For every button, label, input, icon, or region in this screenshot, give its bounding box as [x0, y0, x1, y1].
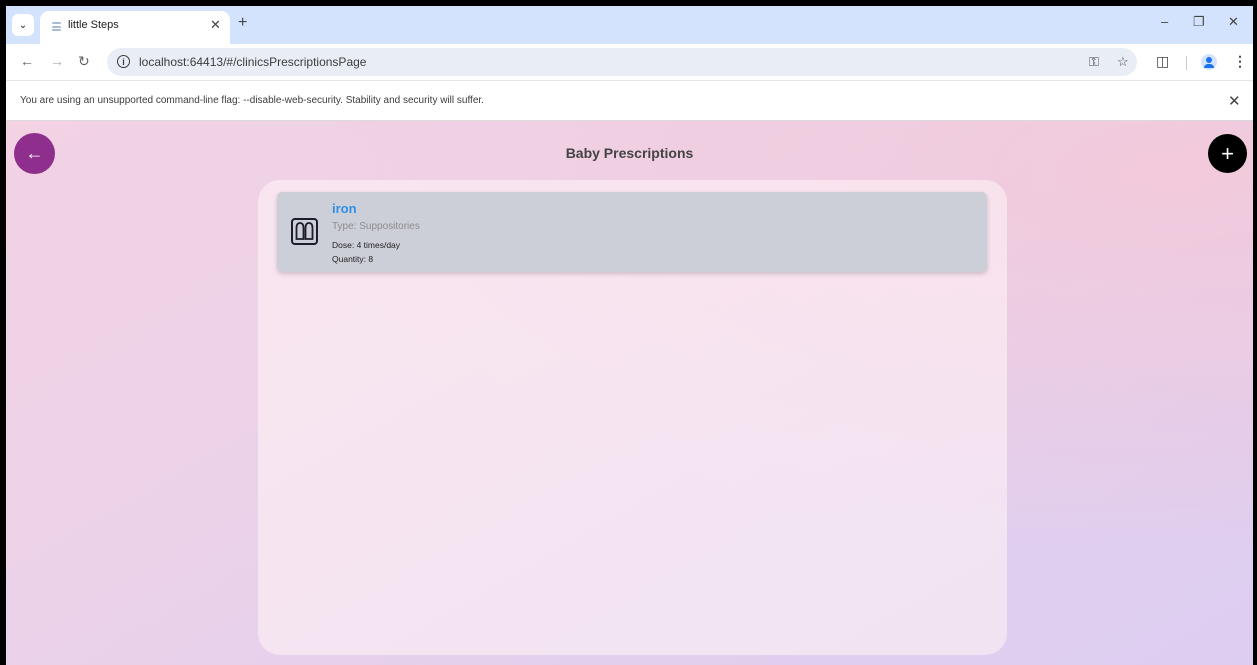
password-key-icon[interactable]: ⚿ [1089, 54, 1099, 70]
toolbar-divider [1186, 56, 1187, 70]
reload-icon[interactable]: ↻ [78, 53, 90, 70]
prescription-type: Type: Suppositories [332, 221, 420, 232]
app-content: ← Baby Prescriptions + iron Type: Suppos… [6, 121, 1253, 665]
chevron-down-icon: ⌄ [18, 19, 28, 31]
bookmark-star-icon[interactable]: ☆ [1117, 54, 1129, 70]
url-text[interactable]: localhost:64413/#/clinicsPrescriptionsPa… [139, 55, 366, 69]
prescription-quantity: Quantity: 8 [332, 254, 374, 264]
browser-tab[interactable]: little Steps ✕ [40, 11, 230, 44]
new-tab-button[interactable]: + [238, 14, 247, 32]
close-window-button[interactable]: ✕ [1228, 14, 1239, 30]
prescription-name: iron [332, 201, 357, 216]
suppository-icon [291, 218, 318, 245]
tab-search-button[interactable]: ⌄ [12, 14, 34, 36]
plus-icon: + [1221, 140, 1234, 166]
page-title: Baby Prescriptions [565, 145, 694, 161]
tab-title: little Steps [68, 19, 119, 31]
minimize-button[interactable]: – [1161, 14, 1168, 29]
prescription-card[interactable]: iron Type: Suppositories Dose: 4 times/d… [277, 192, 987, 272]
maximize-button[interactable]: ❐ [1193, 14, 1205, 30]
profile-avatar-icon[interactable] [1201, 54, 1217, 70]
browser-window: ⌄ little Steps ✕ + – ❐ ✕ ← → ↻ i localho… [6, 6, 1253, 665]
tab-strip: ⌄ little Steps ✕ + – ❐ ✕ [6, 6, 1253, 44]
extensions-icon[interactable]: ◫ [1156, 53, 1169, 70]
favicon-icon [52, 22, 61, 31]
prescription-dose: Dose: 4 times/day [332, 240, 401, 250]
infobar-message: You are using an unsupported command-lin… [20, 95, 484, 106]
site-info-icon[interactable]: i [117, 55, 130, 68]
prescriptions-panel: iron Type: Suppositories Dose: 4 times/d… [258, 180, 1007, 655]
more-menu-icon[interactable]: ⋮ [1233, 53, 1247, 70]
back-arrow-icon[interactable]: ← [20, 53, 34, 69]
warning-infobar: You are using an unsupported command-lin… [6, 80, 1253, 121]
forward-arrow-icon[interactable]: → [50, 53, 64, 69]
tab-close-icon[interactable]: ✕ [210, 17, 221, 33]
add-prescription-button[interactable]: + [1208, 134, 1247, 173]
address-bar[interactable]: i localhost:64413/#/clinicsPrescriptions… [107, 48, 1137, 76]
browser-toolbar: ← → ↻ i localhost:64413/#/clinicsPrescri… [6, 44, 1253, 80]
infobar-close-icon[interactable]: ✕ [1228, 92, 1241, 110]
